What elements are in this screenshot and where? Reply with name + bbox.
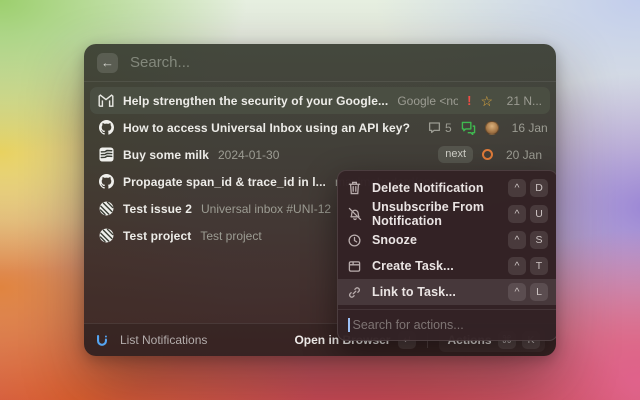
search-bar: ← [84,44,556,82]
orange-ring-icon [482,149,493,160]
gmail-icon [98,93,114,109]
notification-subtitle: Google <no-reply@accounts.google.com> [397,94,458,108]
search-input[interactable] [130,54,543,71]
app-window: ← Help strengthen the security of your G… [84,44,556,356]
star-icon: ☆ [480,94,493,108]
ctrl-key-icon: ^ [508,179,526,197]
todoist-icon [98,147,114,163]
menu-item-label: Unsubscribe From Notification [372,200,498,228]
notification-title: Propagate span_id & trace_id in l... [123,175,326,189]
actions-search[interactable] [338,309,556,340]
notification-date: 21 N... [502,94,542,108]
t-key-icon: T [530,257,548,275]
github-icon [98,120,114,136]
l-key-icon: L [530,283,548,301]
linear-icon [98,228,114,244]
notification-title: How to access Universal Inbox using an A… [123,121,410,135]
universal-inbox-logo-icon [95,333,109,347]
important-icon: ! [467,93,471,108]
notification-subtitle: Test project [200,229,261,243]
comment-count: 5 [445,121,452,135]
actions-menu: Delete Notification ^ D Unsubscribe From… [337,170,556,341]
notification-row-github-1[interactable]: How to access Universal Inbox using an A… [90,114,550,141]
menu-item-label: Link to Task... [372,285,456,299]
notification-row-gmail[interactable]: Help strengthen the security of your Goo… [90,87,550,114]
notification-title: Help strengthen the security of your Goo… [123,94,388,108]
label-badge: next [438,146,473,163]
notification-title: Buy some milk [123,148,209,162]
menu-item-link-to-task[interactable]: Link to Task... ^ L [338,279,556,305]
text-cursor [348,318,350,332]
status-label: List Notifications [120,333,207,347]
link-icon [347,285,362,300]
create-task-icon [347,259,362,274]
ctrl-key-icon: ^ [508,257,526,275]
ctrl-key-icon: ^ [508,231,526,249]
d-key-icon: D [530,179,548,197]
notification-date: 20 Jan [502,148,542,162]
notification-row-todoist[interactable]: Buy some milk 2024-01-30 next 20 Jan [90,141,550,168]
ctrl-key-icon: ^ [508,205,526,223]
menu-item-delete-notification[interactable]: Delete Notification ^ D [338,175,556,201]
avatar [485,121,499,135]
menu-item-unsubscribe[interactable]: Unsubscribe From Notification ^ U [338,201,556,227]
linear-icon [98,201,114,217]
notification-date: 16 Jan [508,121,548,135]
menu-item-snooze[interactable]: Snooze ^ S [338,227,556,253]
bell-slash-icon [347,207,362,222]
arrow-left-icon: ← [101,55,114,70]
github-icon [98,174,114,190]
ctrl-key-icon: ^ [508,283,526,301]
u-key-icon: U [530,205,548,223]
trash-icon [347,181,362,196]
notification-title: Test issue 2 [123,202,192,216]
menu-item-label: Create Task... [372,259,454,273]
notification-subtitle: 2024-01-30 [218,148,279,162]
actions-search-input[interactable] [351,318,548,332]
notification-title: Test project [123,229,191,243]
s-key-icon: S [530,231,548,249]
clock-icon [347,233,362,248]
menu-item-label: Snooze [372,233,417,247]
notification-subtitle: Universal inbox #UNI-12 [201,202,331,216]
discussion-icon [461,121,476,135]
menu-item-create-task[interactable]: Create Task... ^ T [338,253,556,279]
back-button[interactable]: ← [97,53,118,73]
menu-item-label: Delete Notification [372,181,484,195]
comment-icon [428,121,441,134]
